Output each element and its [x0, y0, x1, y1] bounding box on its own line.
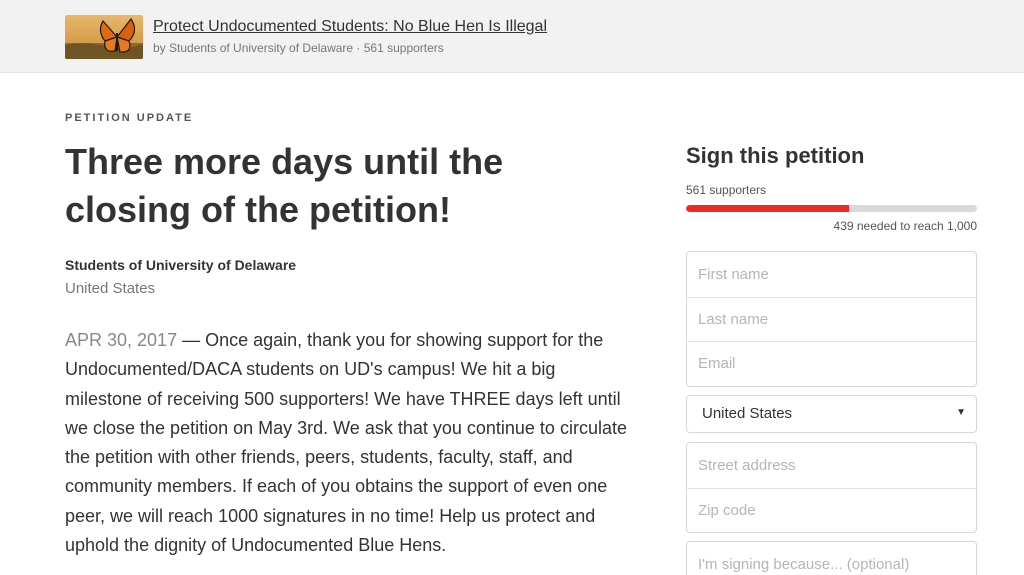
- update-author: Students of University of Delaware: [65, 257, 297, 273]
- butterfly-on-field-image: [65, 15, 143, 59]
- update-title: Three more days until the closing of the…: [65, 141, 504, 230]
- update-date: APR 30, 2017: [65, 330, 178, 350]
- sign-petition-title: Sign this petition: [686, 143, 865, 168]
- signing-reason-textarea[interactable]: I'm signing because... (optional): [686, 541, 977, 575]
- supporters-progress-bar: [686, 205, 977, 212]
- last-name-field[interactable]: [687, 296, 976, 341]
- update-eyebrow: PETITION UPDATE: [65, 112, 194, 124]
- petition-title-link[interactable]: Protect Undocumented Students: No Blue H…: [153, 18, 547, 36]
- supporters-count: 561 supporters: [686, 183, 767, 197]
- supporters-needed: 439 needed to reach 1,000: [833, 219, 977, 233]
- address-fields: [686, 442, 977, 533]
- street-address-field[interactable]: [687, 443, 976, 488]
- email-field[interactable]: [687, 341, 976, 386]
- caret-down-icon: ▼: [956, 407, 966, 418]
- petition-thumbnail[interactable]: [65, 15, 143, 59]
- country-select[interactable]: United States ▼: [686, 395, 977, 433]
- update-body: APR 30, 2017 — Once again, thank you for…: [65, 326, 630, 560]
- petition-byline: by Students of University of Delaware · …: [153, 41, 444, 55]
- update-country: United States: [65, 280, 156, 297]
- first-name-field[interactable]: [687, 252, 976, 297]
- name-email-fields: [686, 251, 977, 387]
- progress-fill: [686, 205, 850, 212]
- update-body-text: — Once again, thank you for showing supp…: [65, 330, 627, 556]
- zip-code-field[interactable]: [687, 487, 976, 532]
- petition-header-bar: Protect Undocumented Students: No Blue H…: [0, 0, 1024, 73]
- country-select-value: United States: [702, 405, 793, 422]
- signing-reason-placeholder: I'm signing because... (optional): [698, 556, 910, 573]
